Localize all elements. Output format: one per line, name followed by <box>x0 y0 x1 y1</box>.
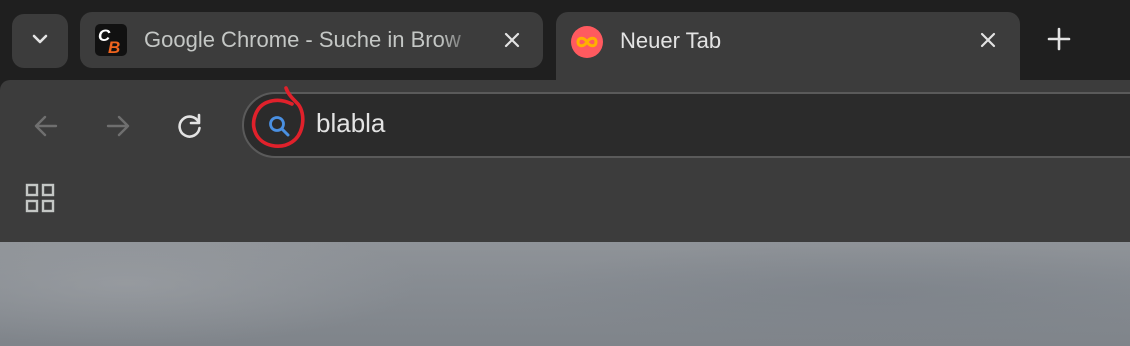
tab-search-button[interactable] <box>12 14 68 68</box>
address-bar[interactable] <box>242 86 1130 158</box>
page-content-background <box>0 242 1130 346</box>
background-image <box>500 242 1130 346</box>
close-tab-icon[interactable] <box>974 26 1002 54</box>
tab-title: Neuer Tab <box>620 28 722 53</box>
search-icon <box>266 113 292 139</box>
toolbar <box>0 80 1130 242</box>
tab-neuer-tab[interactable]: Neuer Tab <box>556 12 1020 80</box>
back-button[interactable] <box>24 106 68 150</box>
plus-icon <box>1046 26 1072 57</box>
tab-google-chrome-suche[interactable]: C B Google Chrome - Suche in Brow <box>80 12 543 68</box>
tab-title: Google Chrome - Suche in Brow <box>144 27 461 52</box>
browser-window: C B Google Chrome - Suche in Brow Neuer … <box>0 0 1130 346</box>
background-image <box>0 242 420 346</box>
chevron-down-icon <box>28 27 52 56</box>
forward-button[interactable] <box>96 106 140 150</box>
reload-button[interactable] <box>168 106 212 150</box>
arrow-left-icon <box>32 112 60 145</box>
reload-icon <box>176 112 204 145</box>
infinity-icon <box>571 26 603 58</box>
apps-grid-icon <box>25 183 55 218</box>
tab-strip: C B Google Chrome - Suche in Brow Neuer … <box>0 0 1130 80</box>
close-tab-icon[interactable] <box>498 26 526 54</box>
arrow-right-icon <box>104 112 132 145</box>
apps-shortcut-button[interactable] <box>20 180 60 220</box>
omnibox-input[interactable] <box>316 108 1016 139</box>
cb-logo-icon: C B <box>95 24 127 57</box>
new-tab-button[interactable] <box>1038 20 1080 62</box>
svg-text:B: B <box>108 38 120 56</box>
